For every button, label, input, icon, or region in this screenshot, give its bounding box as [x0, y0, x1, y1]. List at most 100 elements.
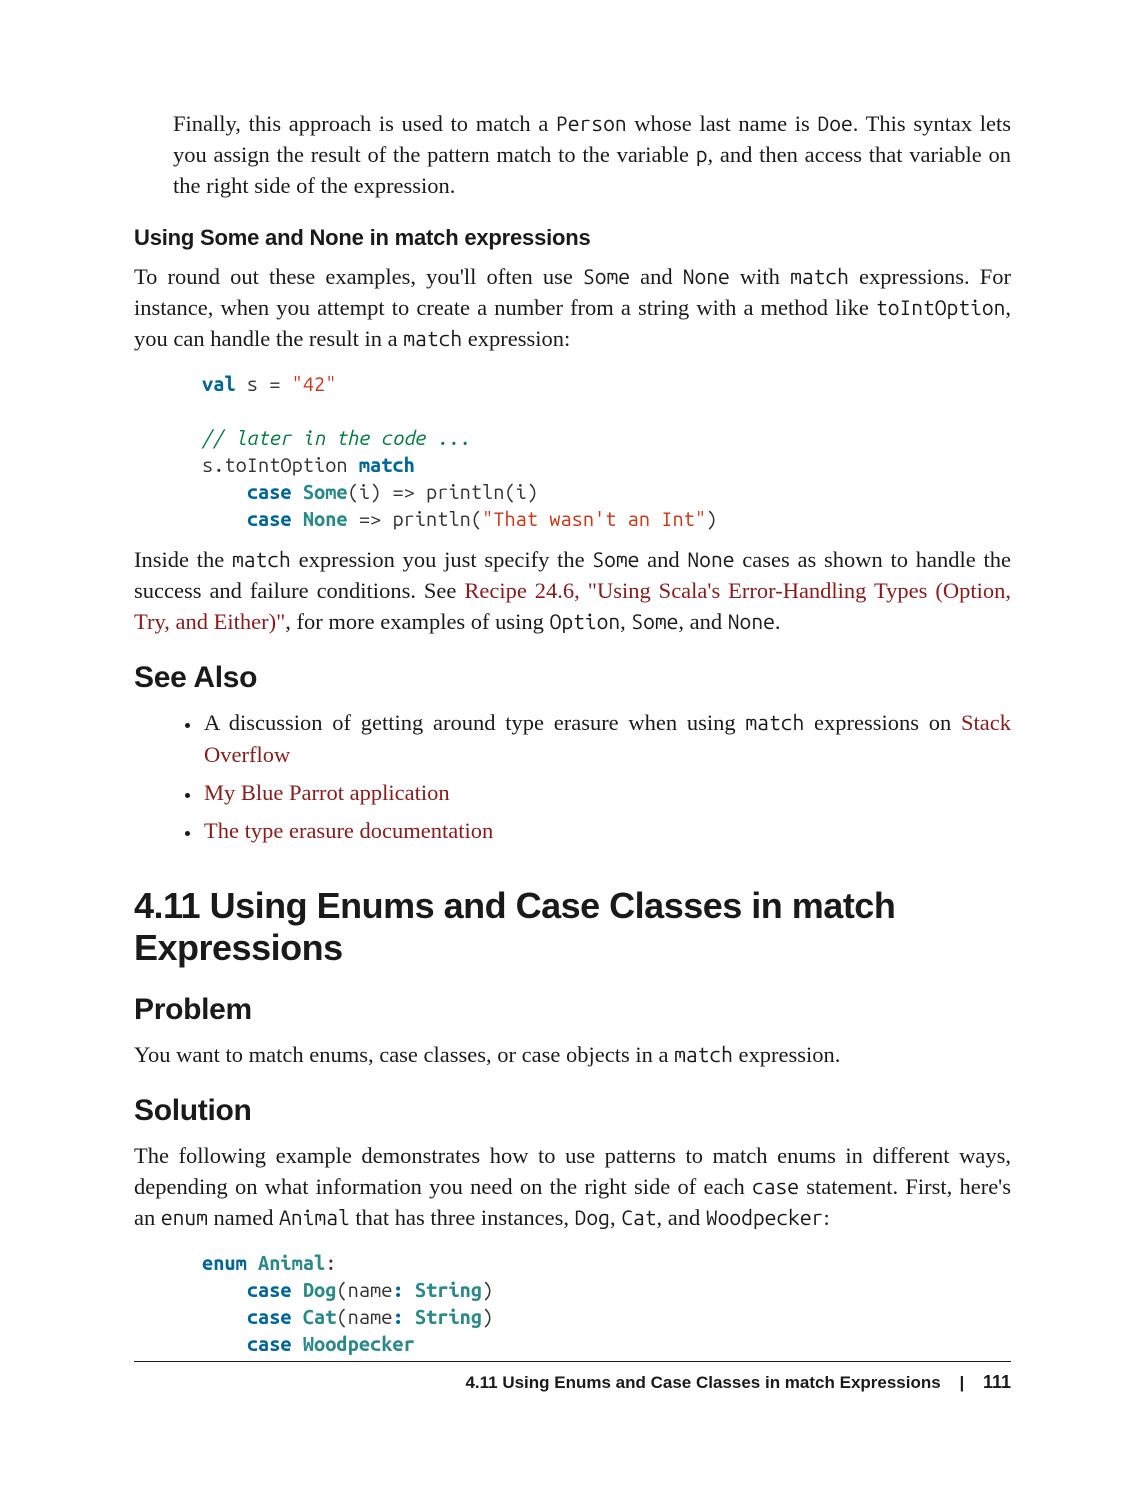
text: expressions on	[804, 710, 961, 735]
type-erasure-link[interactable]: The type erasure documentation	[204, 818, 493, 843]
heading-solution: Solution	[134, 1094, 1011, 1128]
text: You want to match enums, case classes, o…	[134, 1042, 674, 1067]
text: ,	[620, 609, 631, 634]
code-match2: match	[403, 326, 462, 350]
text: and	[630, 264, 683, 289]
code-cat: Cat	[621, 1205, 656, 1229]
code-text: => println(	[348, 507, 482, 530]
code-woodpecker: Woodpecker	[706, 1205, 824, 1229]
code-match: match	[674, 1042, 733, 1066]
cls-woodpecker: Woodpecker	[303, 1332, 415, 1355]
cls-dog: Dog	[303, 1278, 337, 1301]
code-text	[292, 480, 303, 503]
sp	[292, 1278, 303, 1301]
code-tointoption: toIntOption	[876, 295, 1005, 319]
kw-case: case	[247, 507, 292, 530]
intro-paragraph: Finally, this approach is used to match …	[134, 108, 1011, 201]
cls-string: String	[415, 1305, 482, 1328]
code-some2: Some	[631, 609, 678, 633]
colon: :	[392, 1278, 414, 1301]
para-after-code: Inside the match expression you just spe…	[134, 544, 1011, 637]
text: , and	[656, 1205, 705, 1230]
sig: (name	[336, 1305, 392, 1328]
code-match: match	[790, 264, 849, 288]
kw-case: case	[247, 1332, 292, 1355]
text: , and	[678, 609, 727, 634]
code-enum: enum	[161, 1205, 208, 1229]
code-text: )	[706, 507, 717, 530]
text: expression you just specify the	[291, 547, 593, 572]
sp	[247, 1251, 258, 1274]
footer-title: 4.11 Using Enums and Case Classes in mat…	[465, 1373, 940, 1392]
code-none2: None	[728, 609, 775, 633]
cls-animal: Animal	[258, 1251, 325, 1274]
code-none: None	[687, 547, 734, 571]
text: and	[639, 547, 687, 572]
sp	[292, 1332, 303, 1355]
str-42: "42"	[292, 372, 337, 395]
text: .	[775, 609, 781, 634]
code-some: Some	[583, 264, 630, 288]
cls-string: String	[415, 1278, 482, 1301]
code-dog: Dog	[575, 1205, 610, 1229]
code-text	[292, 507, 303, 530]
heading-some-none: Using Some and None in match expressions	[134, 225, 1011, 251]
code-text: s =	[236, 372, 292, 395]
code-text	[202, 507, 247, 530]
text: named	[208, 1205, 279, 1230]
blue-parrot-link[interactable]: My Blue Parrot application	[204, 780, 450, 805]
text: expression.	[733, 1042, 840, 1067]
code-doe: Doe	[817, 111, 852, 135]
kw-match: match	[359, 453, 415, 476]
code-block-1: val s = "42" // later in the code ... s.…	[202, 370, 1011, 532]
code-option: Option	[550, 609, 621, 633]
text: ,	[610, 1205, 621, 1230]
page-number: 111	[983, 1372, 1011, 1392]
text: To round out these examples, you'll ofte…	[134, 264, 583, 289]
kw-case: case	[247, 480, 292, 503]
kw-case: case	[247, 1278, 292, 1301]
text: with	[730, 264, 790, 289]
section-heading-4-11: 4.11 Using Enums and Case Classes in mat…	[134, 885, 1011, 969]
code-text	[202, 480, 247, 503]
indent	[202, 1332, 247, 1355]
heading-problem: Problem	[134, 993, 1011, 1027]
problem-paragraph: You want to match enums, case classes, o…	[134, 1039, 1011, 1070]
kw-case: case	[247, 1305, 292, 1328]
code-none: None	[683, 264, 730, 288]
footer-separator: |	[945, 1373, 978, 1393]
page: Finally, this approach is used to match …	[0, 0, 1142, 1500]
sig: )	[482, 1305, 493, 1328]
list-item: My Blue Parrot application	[202, 777, 1011, 809]
list-item: The type erasure documentation	[202, 815, 1011, 847]
colon: :	[392, 1305, 414, 1328]
text: , for more examples of using	[285, 609, 549, 634]
heading-see-also: See Also	[134, 661, 1011, 695]
code-animal: Animal	[279, 1205, 350, 1229]
comment: // later in the code ...	[202, 426, 471, 449]
indent	[202, 1278, 247, 1301]
kw-val: val	[202, 372, 236, 395]
text: expression:	[462, 326, 570, 351]
list-item: A discussion of getting around type eras…	[202, 707, 1011, 771]
text: A discussion of getting around type eras…	[204, 710, 745, 735]
text: Finally, this approach is used to match …	[173, 111, 556, 136]
code-match: match	[232, 547, 291, 571]
code-block-2: enum Animal: case Dog (name: String) case…	[202, 1249, 1011, 1357]
text: that has three instances,	[350, 1205, 575, 1230]
text: :	[823, 1205, 829, 1230]
sp	[292, 1305, 303, 1328]
para-some-none: To round out these examples, you'll ofte…	[134, 261, 1011, 354]
solution-paragraph: The following example demonstrates how t…	[134, 1140, 1011, 1233]
code-match: match	[745, 710, 804, 734]
colon: :	[325, 1251, 336, 1274]
indent	[202, 1305, 247, 1328]
sig: )	[482, 1278, 493, 1301]
code-p: p	[696, 142, 708, 166]
code-text: (i) => println(i)	[348, 480, 538, 503]
cls-cat: Cat	[303, 1305, 337, 1328]
cls-none: None	[303, 507, 348, 530]
kw-enum: enum	[202, 1251, 247, 1274]
see-also-list: A discussion of getting around type eras…	[134, 707, 1011, 847]
text: whose last name is	[627, 111, 818, 136]
